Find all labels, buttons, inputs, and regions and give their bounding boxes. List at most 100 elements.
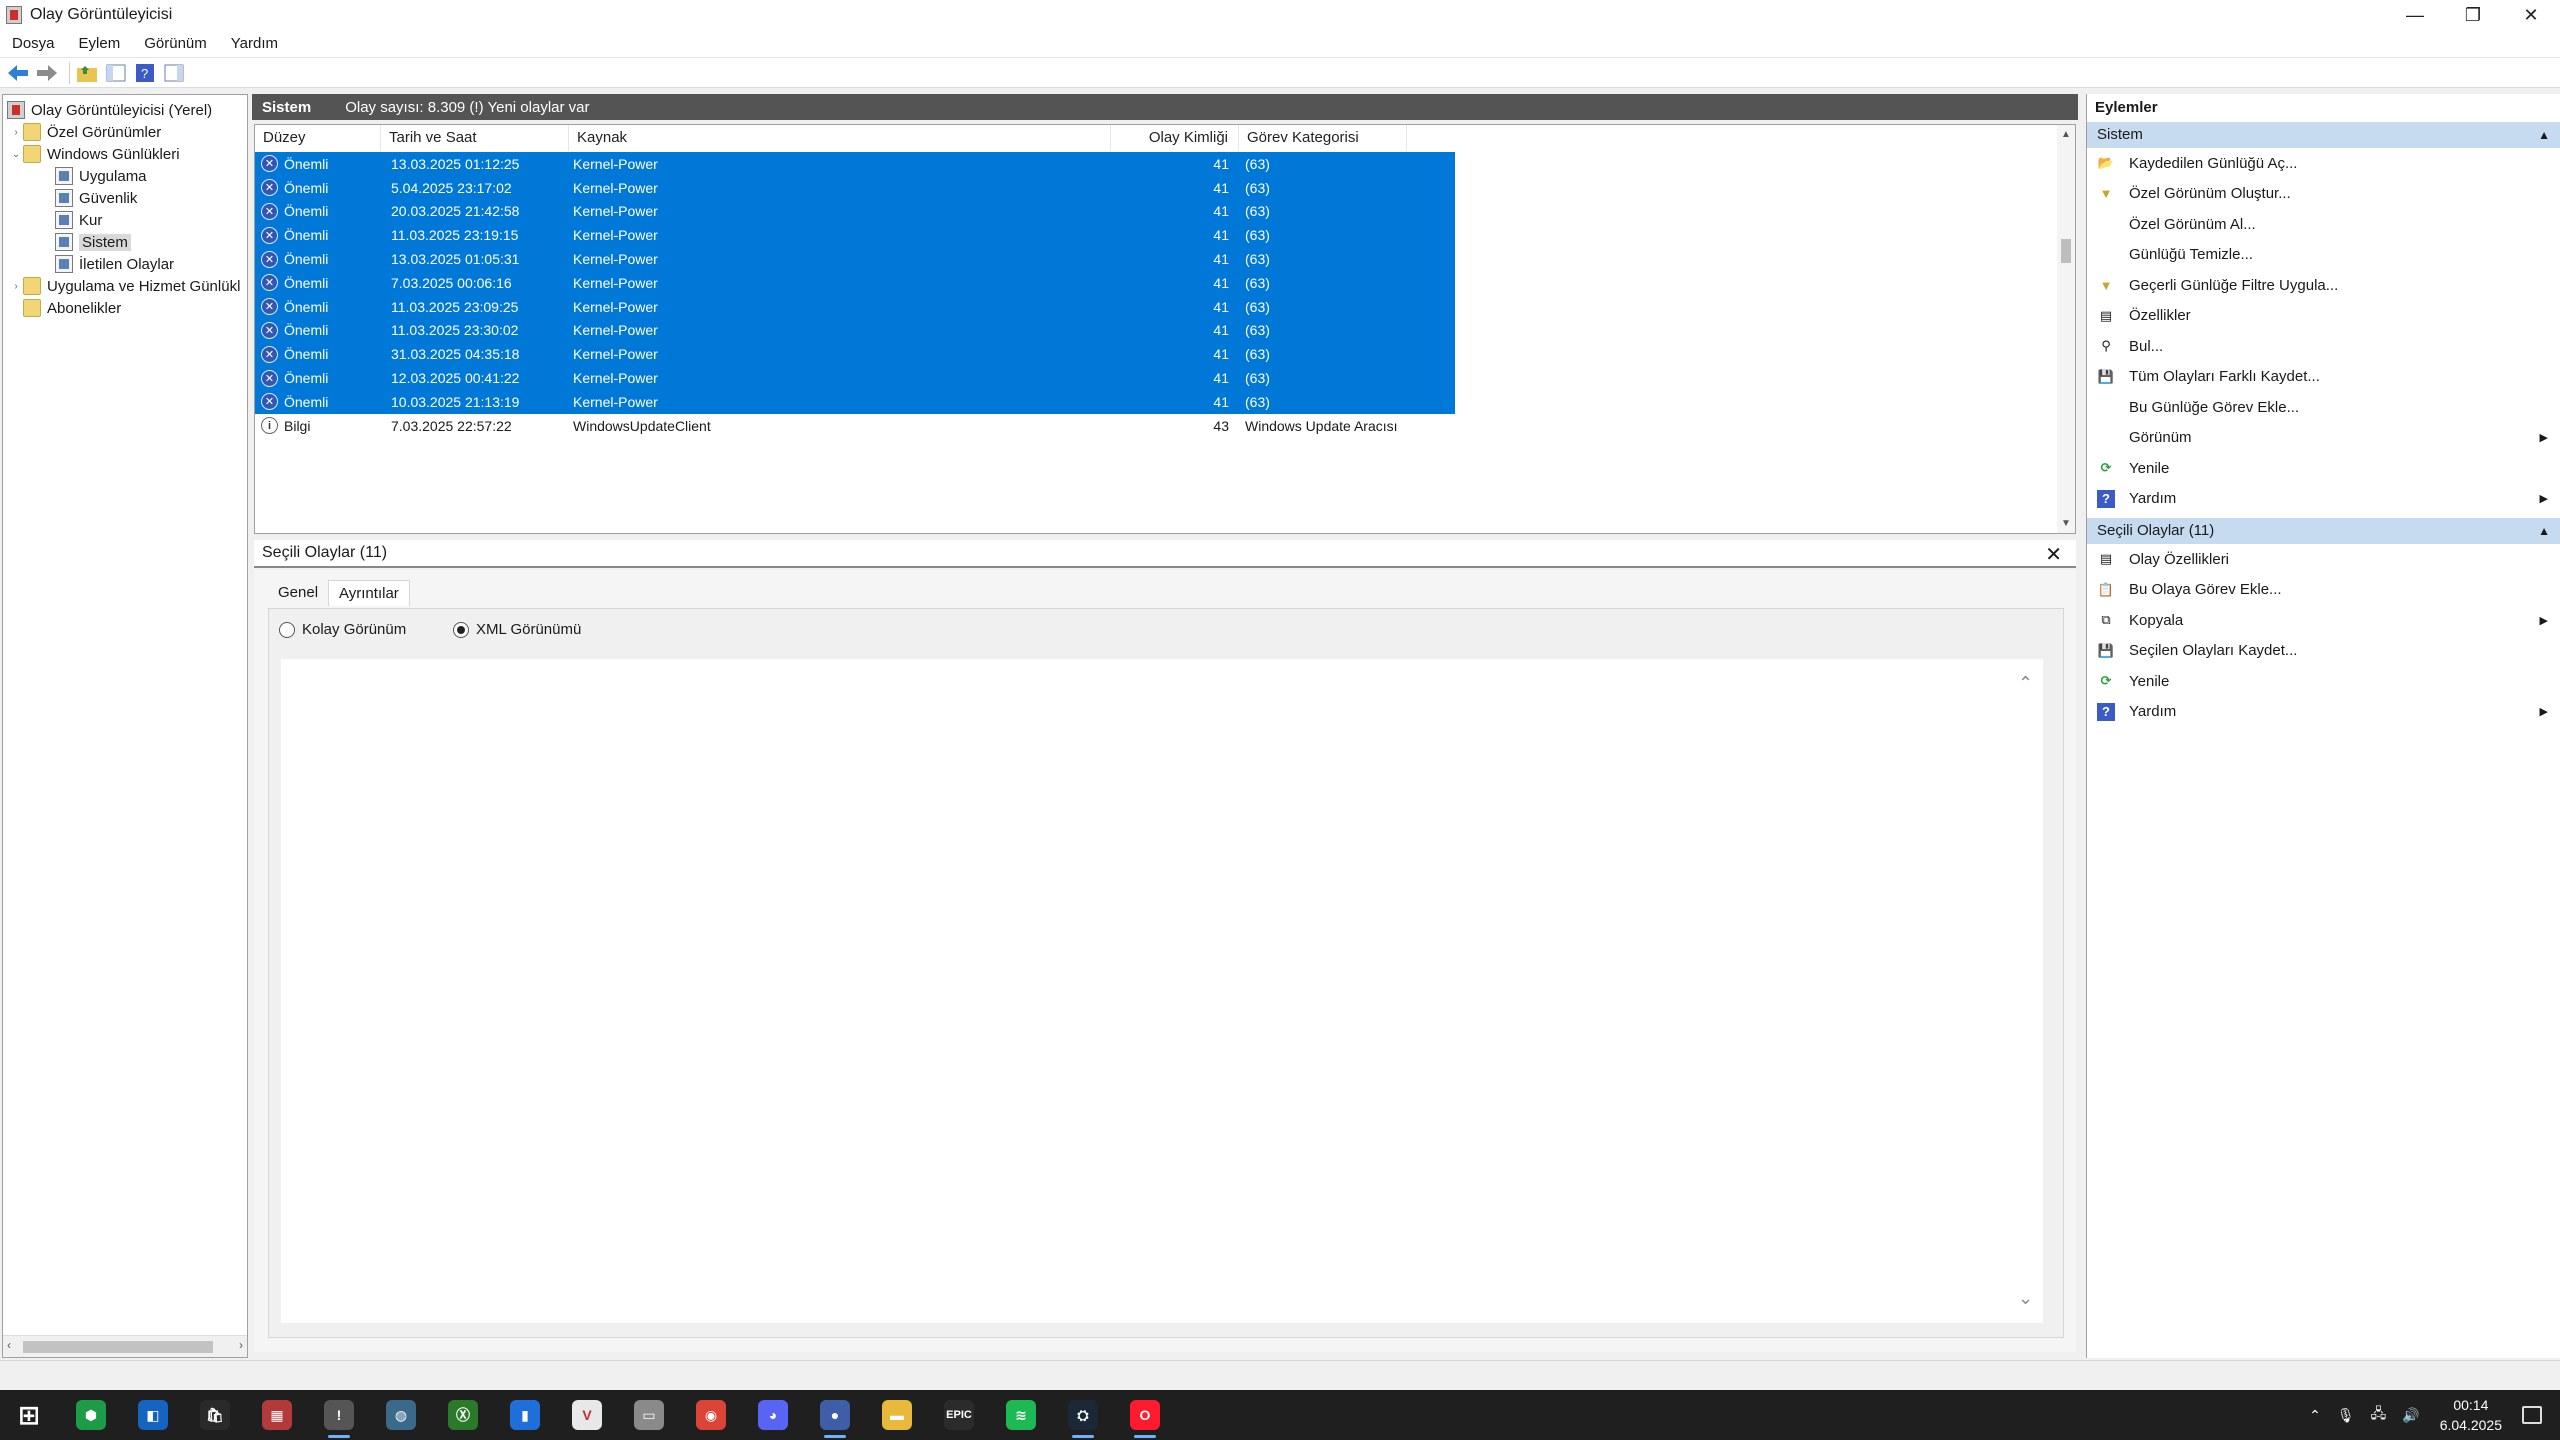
action-item[interactable]: ⟳ Yenile: [2087, 453, 2560, 484]
blue-circle-icon[interactable]: ●: [810, 1390, 860, 1440]
chevron-down-icon[interactable]: ⌄: [2018, 1288, 2033, 1309]
menu-file[interactable]: Dosya: [0, 30, 67, 58]
chevron-right-icon[interactable]: ›: [9, 281, 23, 292]
table-row[interactable]: ✕ Önemli 10.03.2025 21:13:19 Kernel-Power 41…: [255, 389, 1455, 414]
close-button[interactable]: ✕: [2502, 0, 2560, 30]
action-item[interactable]: 💾 Seçilen Olayları Kaydet...: [2087, 636, 2560, 667]
menu-action[interactable]: Eylem: [67, 30, 133, 58]
steam-icon[interactable]: ⛭: [1058, 1390, 1108, 1440]
radio-xml-view[interactable]: [453, 621, 469, 638]
action-item[interactable]: 💾 Tüm Olayları Farklı Kaydet...: [2087, 362, 2560, 393]
xbox-green-icon[interactable]: ⬢: [66, 1390, 116, 1440]
clock[interactable]: 00:14 6.04.2025: [2440, 1395, 2502, 1435]
network-icon[interactable]: 🖧: [2371, 1403, 2387, 1427]
microphone-icon[interactable]: 🎙: [2337, 1407, 2355, 1424]
taskmanager-icon[interactable]: ▮: [500, 1390, 550, 1440]
tree-log-forwarded[interactable]: İletilen Olaylar: [55, 253, 174, 275]
blue-app-icon[interactable]: ◧: [128, 1390, 178, 1440]
close-details-icon[interactable]: ✕: [2045, 542, 2062, 567]
action-item[interactable]: ▼ Özel Görünüm Oluştur...: [2087, 179, 2560, 210]
table-row[interactable]: ✕ Önemli 7.03.2025 00:06:16 Kernel-Power 41 (…: [255, 270, 1455, 295]
table-row[interactable]: ✕ Önemli 12.03.2025 00:41:22 Kernel-Power 41…: [255, 366, 1455, 390]
restore-button[interactable]: ❐: [2444, 0, 2502, 30]
scroll-left-icon[interactable]: ‹: [7, 1338, 11, 1352]
tree-log-application[interactable]: Uygulama: [55, 165, 147, 187]
scroll-down-icon[interactable]: ▼: [2061, 518, 2071, 529]
tree-app-service-logs[interactable]: › Uygulama ve Hizmet Günlükl: [9, 275, 240, 297]
tab-general[interactable]: Genel: [268, 580, 328, 606]
column-datetime[interactable]: Tarih ve Saat: [381, 125, 569, 151]
opera-icon[interactable]: O: [1120, 1390, 1170, 1440]
actions-section-selected[interactable]: Seçili Olaylar (11) ▲: [2087, 518, 2560, 544]
show-hide-action-pane-icon[interactable]: [162, 61, 186, 85]
table-row[interactable]: ✕ Önemli 13.03.2025 01:12:25 Kernel-Power 41…: [255, 152, 1455, 176]
back-arrow-icon[interactable]: [6, 61, 30, 85]
calendar-icon[interactable]: ▦: [252, 1390, 302, 1440]
collapse-arrow-icon[interactable]: ▲: [2538, 518, 2550, 544]
action-item[interactable]: ? Yardım ▶: [2087, 484, 2560, 515]
scroll-right-icon[interactable]: ›: [239, 1338, 243, 1352]
xml-content-area[interactable]: ⌃ ⌄: [281, 659, 2043, 1323]
show-hide-tree-icon[interactable]: [104, 61, 128, 85]
column-task-category[interactable]: Görev Kategorisi: [1239, 125, 1407, 151]
action-item[interactable]: ▼ Geçerli Günlüğe Filtre Uygula...: [2087, 270, 2560, 301]
globe-icon[interactable]: ◍: [376, 1390, 426, 1440]
table-row[interactable]: ✕ Önemli 5.04.2025 23:17:02 Kernel-Power 41 (…: [255, 175, 1455, 200]
scroll-up-icon[interactable]: ▲: [2061, 129, 2071, 140]
action-item[interactable]: ⚲ Bul...: [2087, 331, 2560, 362]
action-item[interactable]: ? Yardım ▶: [2087, 697, 2560, 728]
action-item[interactable]: Özel Görünüm Al...: [2087, 209, 2560, 240]
chevron-up-icon[interactable]: ⌃: [2018, 673, 2033, 694]
table-row[interactable]: i Bilgi 7.03.2025 22:57:22 WindowsUpdateCli…: [255, 414, 1455, 438]
table-row[interactable]: ✕ Önemli 31.03.2025 04:35:18 Kernel-Power 41…: [255, 342, 1455, 367]
tree-subscriptions[interactable]: Abonelikler: [23, 297, 121, 319]
scroll-thumb[interactable]: [23, 1341, 213, 1353]
chevron-down-icon[interactable]: ⌄: [9, 149, 23, 160]
chrome-icon[interactable]: ◉: [686, 1390, 736, 1440]
collapse-arrow-icon[interactable]: ▲: [2538, 122, 2550, 148]
store-icon[interactable]: 🛍: [190, 1390, 240, 1440]
epic-games-icon[interactable]: EPIC: [934, 1390, 984, 1440]
action-item[interactable]: Bu Günlüğe Görev Ekle...: [2087, 392, 2560, 423]
action-item[interactable]: ▤ Özellikler: [2087, 301, 2560, 332]
tree-horizontal-scrollbar[interactable]: ‹ ›: [3, 1335, 247, 1357]
column-event-id[interactable]: Olay Kimliği: [1111, 125, 1239, 151]
grid-vertical-scrollbar[interactable]: ▲ ▼: [2057, 125, 2075, 533]
scroll-thumb[interactable]: [2061, 239, 2071, 263]
action-item[interactable]: ▤ Olay Özellikleri: [2087, 544, 2560, 575]
action-item[interactable]: Görünüm ▶: [2087, 423, 2560, 454]
files-icon[interactable]: ▭: [624, 1390, 674, 1440]
tree-log-setup[interactable]: Kur: [55, 209, 102, 231]
action-item[interactable]: 📂 Kaydedilen Günlüğü Aç...: [2087, 148, 2560, 179]
table-row[interactable]: ✕ Önemli 13.03.2025 01:05:31 Kernel-Power 41…: [255, 247, 1455, 271]
forward-arrow-icon[interactable]: [35, 61, 59, 85]
table-row[interactable]: ✕ Önemli 20.03.2025 21:42:58 Kernel-Power 41…: [255, 199, 1455, 224]
xml-view-option[interactable]: XML Görünümü: [453, 621, 581, 638]
table-row[interactable]: ✕ Önemli 11.03.2025 23:19:15 Kernel-Power 41…: [255, 223, 1455, 248]
riot-icon[interactable]: V: [562, 1390, 612, 1440]
actions-section-system[interactable]: Sistem ▲: [2087, 122, 2560, 148]
xml-vertical-scrollbar[interactable]: ⌃ ⌄: [2017, 669, 2035, 1313]
table-row[interactable]: ✕ Önemli 11.03.2025 23:09:25 Kernel-Power 41…: [255, 294, 1455, 319]
explorer-icon[interactable]: ▬: [872, 1390, 922, 1440]
action-item[interactable]: ⧉ Kopyala ▶: [2087, 605, 2560, 636]
tab-details[interactable]: Ayrıntılar: [328, 580, 410, 606]
chevron-right-icon[interactable]: ›: [9, 127, 23, 138]
spotify-icon[interactable]: ≋: [996, 1390, 1046, 1440]
friendly-view-option[interactable]: Kolay Görünüm: [279, 621, 406, 638]
discord-icon[interactable]: ◕: [748, 1390, 798, 1440]
minimize-button[interactable]: —: [2386, 0, 2444, 30]
tree-windows-logs[interactable]: ⌄ Windows Günlükleri: [9, 143, 180, 165]
event-viewer-icon[interactable]: !: [314, 1390, 364, 1440]
table-row[interactable]: ✕ Önemli 11.03.2025 23:30:02 Kernel-Power 41…: [255, 318, 1455, 343]
menu-view[interactable]: Görünüm: [132, 30, 219, 58]
column-level[interactable]: Düzey: [255, 125, 381, 151]
xbox-icon[interactable]: Ⓧ: [438, 1390, 488, 1440]
action-item[interactable]: ⟳ Yenile: [2087, 666, 2560, 697]
notification-icon[interactable]: [2522, 1406, 2542, 1424]
tree-root[interactable]: Olay Görüntüleyicisi (Yerel): [7, 99, 212, 121]
tree-custom-views[interactable]: › Özel Görünümler: [9, 121, 161, 143]
start-icon[interactable]: ⊞: [4, 1390, 54, 1440]
radio-friendly-view[interactable]: [279, 621, 295, 638]
action-item[interactable]: Günlüğü Temizle...: [2087, 240, 2560, 271]
